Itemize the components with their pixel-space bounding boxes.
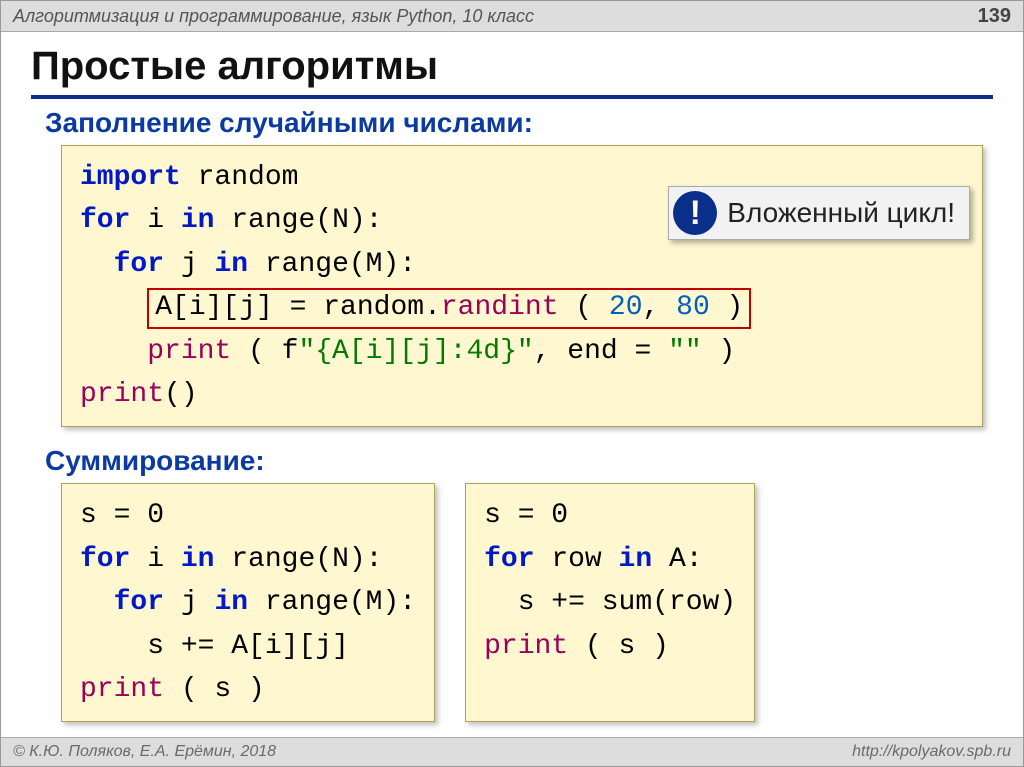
footer-bar: © К.Ю. Поляков, Е.А. Ерёмин, 2018 http:/… <box>1 737 1023 766</box>
slide: Алгоритмизация и программирование, язык … <box>0 0 1024 767</box>
footer-copyright: © К.Ю. Поляков, Е.А. Ерёмин, 2018 <box>13 743 276 761</box>
code-block-fill: ! Вложенный цикл! import random for i in… <box>61 145 983 427</box>
page-title: Простые алгоритмы <box>31 44 993 99</box>
sum-row: s = 0 for i in range(N): for j in range(… <box>61 483 983 722</box>
code-sum-nested: s = 0 for i in range(N): for j in range(… <box>80 494 416 711</box>
section-sum-label: Суммирование: <box>45 445 993 477</box>
content-area: Простые алгоритмы Заполнение случайными … <box>1 32 1023 722</box>
callout-text: Вложенный цикл! <box>727 197 955 229</box>
code-block-sum-nested: s = 0 for i in range(N): for j in range(… <box>61 483 435 722</box>
exclamation-icon: ! <box>673 191 717 235</box>
page-number: 139 <box>978 5 1011 28</box>
callout-nested-loop: ! Вложенный цикл! <box>668 186 970 240</box>
code-block-sum-rows: s = 0 for row in A: s += sum(row) print … <box>465 483 755 722</box>
footer-url: http://kpolyakov.spb.ru <box>852 743 1011 761</box>
header-bar: Алгоритмизация и программирование, язык … <box>1 1 1023 32</box>
course-title: Алгоритмизация и программирование, язык … <box>13 6 534 27</box>
code-sum-rows: s = 0 for row in A: s += sum(row) print … <box>484 494 736 668</box>
section-fill-label: Заполнение случайными числами: <box>45 107 993 139</box>
